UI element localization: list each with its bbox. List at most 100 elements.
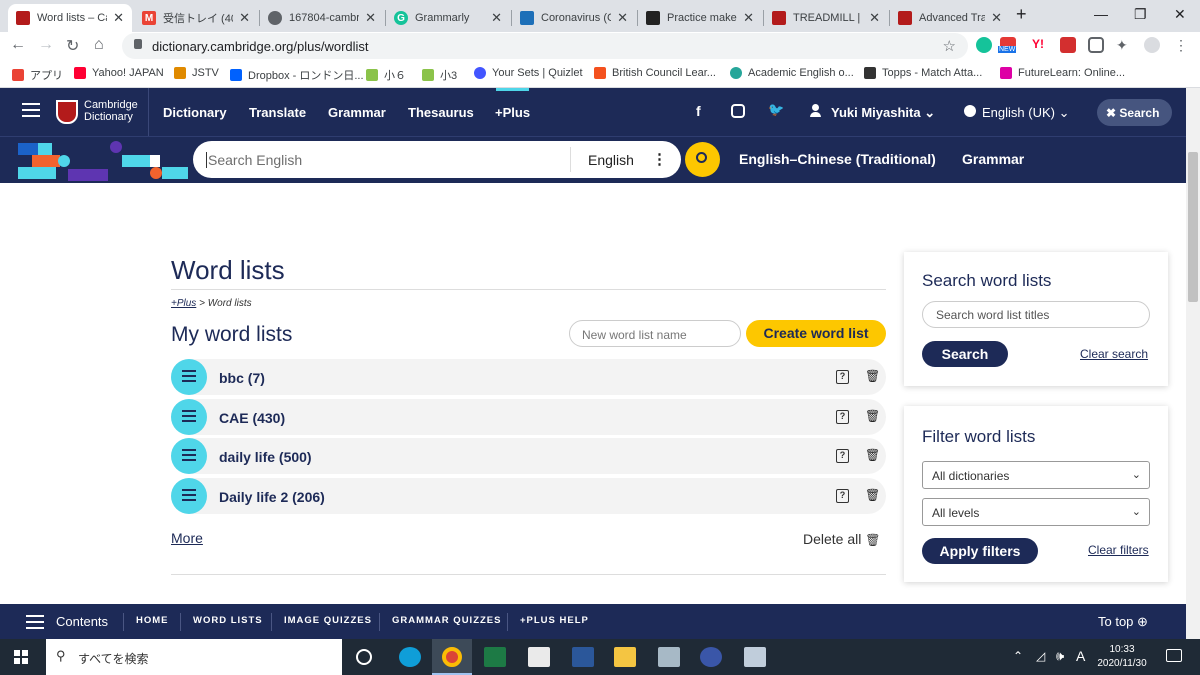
restore-icon[interactable]: ❐: [1134, 6, 1147, 23]
nav-grammar[interactable]: Grammar: [328, 105, 386, 120]
level-filter-select[interactable]: All levels ⌄: [922, 498, 1150, 526]
twitter-icon[interactable]: 🐦: [768, 102, 784, 118]
apply-filters-button[interactable]: Apply filters: [922, 538, 1038, 564]
nav-dictionary[interactable]: Dictionary: [163, 105, 227, 120]
site-logo[interactable]: Cambridge Dictionary: [84, 99, 138, 123]
address-bar[interactable]: dictionary.cambridge.org/plus/wordlist ☆: [122, 33, 968, 59]
profile-avatar-icon[interactable]: [1144, 37, 1160, 53]
bottom-nav-grammar-quizzes[interactable]: GRAMMAR QUIZZES: [392, 615, 501, 626]
clear-search-link[interactable]: Clear search: [1080, 347, 1148, 361]
clock[interactable]: 10:33 2020/11/30: [1094, 643, 1150, 671]
ime-indicator[interactable]: A: [1076, 648, 1085, 664]
help-icon[interactable]: ?: [836, 489, 849, 503]
bottom-nav-image-quizzes[interactable]: IMAGE QUIZZES: [284, 615, 372, 626]
word-list-row[interactable]: Daily life 2 (206)? 🗑: [171, 478, 886, 514]
back-arrow-icon[interactable]: ←: [10, 36, 26, 54]
close-tab-icon[interactable]: ✕: [239, 10, 250, 26]
photos-icon[interactable]: [658, 647, 680, 667]
word-list-row[interactable]: bbc (7)? 🗑: [171, 359, 886, 395]
tab-practice[interactable]: Practice make ✕: [638, 4, 762, 32]
volume-icon[interactable]: 🕪: [1056, 648, 1064, 664]
trash-icon[interactable]: 🗑: [865, 448, 880, 462]
minimize-icon[interactable]: —: [1094, 6, 1108, 22]
bookmark-dropbox[interactable]: Dropbox - ロンドン日...: [230, 67, 364, 83]
word-list-name[interactable]: Daily life 2 (206): [219, 489, 325, 505]
taskbar-search-box[interactable]: ⚲ すべてを検索: [46, 639, 342, 675]
close-tab-icon[interactable]: ✕: [365, 10, 376, 26]
puzzle-extensions-icon[interactable]: ✦: [1116, 37, 1132, 53]
tab-treadmill[interactable]: TREADMILL | m ✕: [764, 4, 888, 32]
language-selector[interactable]: English (UK) ⌄: [982, 105, 1070, 121]
bottom-nav-home[interactable]: HOME: [136, 615, 169, 626]
dictionary-search-input[interactable]: Search English English ⋮: [193, 141, 681, 178]
search-lists-button[interactable]: Search: [922, 341, 1008, 367]
tab-coronavirus[interactable]: Coronavirus (C ✕: [512, 4, 636, 32]
bookmark-sho6[interactable]: 小６: [366, 67, 406, 83]
help-icon[interactable]: ?: [836, 410, 849, 424]
new-extension-icon[interactable]: NEW: [998, 37, 1017, 53]
bookmark-topps[interactable]: Topps - Match Atta...: [864, 67, 982, 79]
delete-all-button[interactable]: Delete all 🗑: [803, 531, 881, 547]
page-scrollbar[interactable]: [1186, 88, 1200, 639]
excel-icon[interactable]: [484, 647, 506, 667]
file-explorer-icon[interactable]: [614, 647, 636, 667]
bookmark-yahoo[interactable]: Yahoo! JAPAN: [74, 67, 164, 79]
more-link[interactable]: More: [171, 530, 203, 546]
notifications-icon[interactable]: [1166, 649, 1182, 662]
word-list-name[interactable]: CAE (430): [219, 410, 285, 426]
hamburger-menu-icon[interactable]: [22, 103, 40, 117]
create-word-list-button[interactable]: Create word list: [746, 320, 886, 347]
bookmark-jstv[interactable]: JSTV: [174, 67, 219, 79]
tab-advanced[interactable]: Advanced Trai ✕: [890, 4, 1010, 32]
bookmark-futurelearn[interactable]: FutureLearn: Online...: [1000, 67, 1125, 79]
kebab-icon[interactable]: ⋮: [652, 150, 667, 168]
word-list-name[interactable]: bbc (7): [219, 370, 265, 386]
new-tab-icon[interactable]: +: [1016, 4, 1027, 25]
home-icon[interactable]: ⌂: [94, 36, 104, 54]
tab-gmail[interactable]: M 受信トレイ (401 ✕: [134, 4, 258, 32]
bookmark-british-council[interactable]: British Council Lear...: [594, 67, 716, 79]
grammarly-extension-icon[interactable]: [976, 37, 992, 53]
chrome-taskbar-button[interactable]: [432, 639, 472, 675]
to-top-link[interactable]: To top ⊕: [1098, 614, 1148, 630]
cortana-icon[interactable]: [356, 649, 372, 665]
forward-arrow-icon[interactable]: →: [38, 36, 54, 54]
scrollbar-thumb[interactable]: [1188, 152, 1198, 302]
kebab-menu-icon[interactable]: ⋮: [1174, 37, 1190, 53]
link-english-chinese[interactable]: English–Chinese (Traditional): [739, 151, 936, 167]
contents-link[interactable]: Contents: [56, 614, 108, 629]
new-word-list-input[interactable]: New word list name: [569, 320, 741, 347]
close-window-icon[interactable]: ✕: [1174, 6, 1186, 23]
bookmark-quizlet[interactable]: Your Sets | Quizlet: [474, 67, 583, 79]
store-icon[interactable]: [528, 647, 550, 667]
trash-icon[interactable]: 🗑: [865, 409, 880, 423]
search-submit-button[interactable]: [685, 142, 720, 177]
bottom-nav-word-lists[interactable]: WORD LISTS: [193, 615, 263, 626]
help-icon[interactable]: ?: [836, 370, 849, 384]
instagram-icon[interactable]: [731, 104, 745, 118]
close-tab-icon[interactable]: ✕: [991, 10, 1002, 26]
breadcrumb-plus-link[interactable]: +Plus: [171, 298, 196, 309]
nav-thesaurus[interactable]: Thesaurus: [408, 105, 474, 120]
edge-icon[interactable]: [399, 647, 421, 667]
yahoo-extension-icon[interactable]: Y!: [1032, 37, 1048, 53]
tab-cambr[interactable]: 167804-cambr ✕: [260, 4, 384, 32]
help-icon[interactable]: ?: [836, 449, 849, 463]
header-search-button[interactable]: ✖ Search: [1097, 99, 1172, 126]
bottom-nav-plus-help[interactable]: +PLUS HELP: [520, 615, 589, 626]
bookmark-star-icon[interactable]: ☆: [943, 37, 956, 55]
chat-extension-icon[interactable]: [1088, 37, 1104, 53]
dictionary-selector[interactable]: English: [588, 152, 634, 168]
red-extension-icon[interactable]: [1060, 37, 1076, 53]
tab-grammarly[interactable]: G Grammarly ✕: [386, 4, 510, 32]
reload-icon[interactable]: ↻: [66, 36, 79, 56]
link-grammar[interactable]: Grammar: [962, 151, 1024, 167]
word-list-row[interactable]: CAE (430)? 🗑: [171, 399, 886, 435]
close-tab-icon[interactable]: ✕: [869, 10, 880, 26]
app-icon[interactable]: [700, 647, 722, 667]
close-tab-icon[interactable]: ✕: [617, 10, 628, 26]
trash-icon[interactable]: 🗑: [865, 488, 880, 502]
facebook-icon[interactable]: f: [696, 103, 701, 119]
bookmark-academic-english[interactable]: Academic English o...: [730, 67, 854, 79]
nav-plus[interactable]: +Plus: [495, 105, 530, 120]
